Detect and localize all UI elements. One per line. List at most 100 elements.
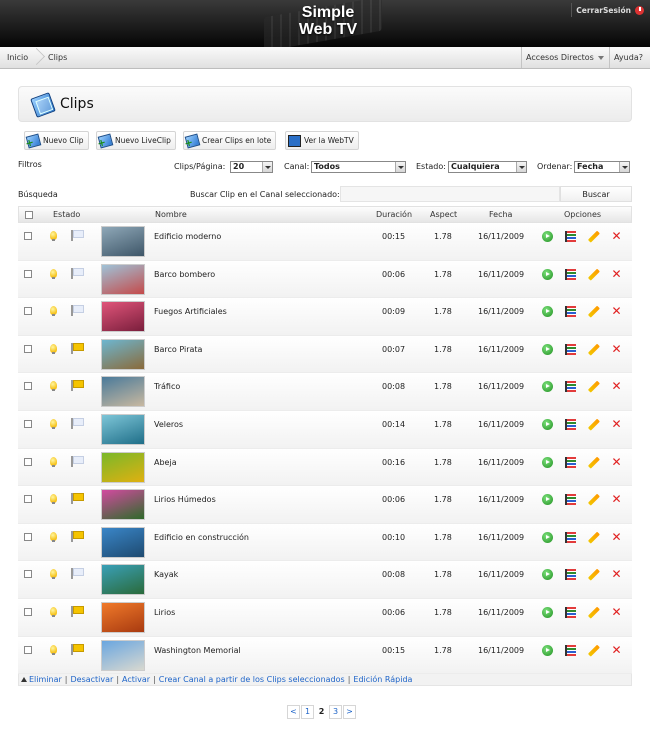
page-3-link[interactable]: 3 <box>329 705 342 719</box>
status-select[interactable]: Cualquiera <box>448 161 527 173</box>
col-date[interactable]: Fecha <box>489 207 512 223</box>
table-row[interactable]: Washington Memorial 00:15 1.78 16/11/2009 ✕ <box>18 636 632 675</box>
clip-thumbnail[interactable] <box>101 526 145 558</box>
row-checkbox[interactable] <box>24 232 32 240</box>
table-row[interactable]: Barco bombero 00:06 1.78 16/11/2009 ✕ <box>18 260 632 299</box>
delete-x-icon[interactable]: ✕ <box>611 230 622 242</box>
order-select[interactable]: Fecha <box>574 161 630 173</box>
clip-thumbnail[interactable] <box>101 376 145 408</box>
lightbulb-icon[interactable] <box>50 418 57 429</box>
shortcuts-menu[interactable]: Accesos Directos <box>521 47 608 68</box>
breadcrumb-clips[interactable]: Clips <box>48 47 67 68</box>
batch-create-button[interactable]: Crear Clips en lote <box>183 131 277 150</box>
create-channel-link[interactable]: Crear Canal a partir de los Clips selecc… <box>159 675 345 684</box>
lightbulb-icon[interactable] <box>50 644 57 655</box>
flag-icon[interactable] <box>71 605 84 617</box>
clip-thumbnail[interactable] <box>101 413 145 445</box>
clip-name[interactable]: Abeja <box>154 458 177 467</box>
edit-pencil-icon[interactable] <box>587 381 600 393</box>
play-icon[interactable] <box>542 531 553 543</box>
search-input[interactable] <box>340 186 560 202</box>
play-icon[interactable] <box>542 418 553 430</box>
clip-name[interactable]: Washington Memorial <box>154 646 241 655</box>
channels-icon[interactable] <box>565 343 576 355</box>
table-row[interactable]: Veleros 00:14 1.78 16/11/2009 ✕ <box>18 410 632 449</box>
edit-pencil-icon[interactable] <box>587 493 600 506</box>
channels-icon[interactable] <box>565 418 576 430</box>
lightbulb-icon[interactable] <box>50 569 57 580</box>
row-checkbox[interactable] <box>24 307 32 316</box>
lightbulb-icon[interactable] <box>50 306 57 317</box>
edit-pencil-icon[interactable] <box>587 268 600 280</box>
channels-icon[interactable] <box>565 494 576 506</box>
flag-icon[interactable] <box>71 493 84 505</box>
delete-link[interactable]: Eliminar <box>29 675 62 684</box>
delete-x-icon[interactable]: ✕ <box>611 644 622 656</box>
col-status[interactable]: Estado <box>53 207 80 223</box>
clip-thumbnail[interactable] <box>101 639 145 671</box>
edit-pencil-icon[interactable] <box>587 456 600 468</box>
new-liveclip-button[interactable]: Nuevo LiveClip <box>96 131 176 150</box>
table-row[interactable]: Lirios 00:06 1.78 16/11/2009 ✕ <box>18 598 632 637</box>
clip-name[interactable]: Edificio moderno <box>154 232 221 241</box>
clip-thumbnail[interactable] <box>101 338 145 370</box>
clip-name[interactable]: Lirios <box>154 608 175 617</box>
flag-icon[interactable] <box>71 305 84 317</box>
row-checkbox[interactable] <box>24 457 32 466</box>
clip-name[interactable]: Lirios Húmedos <box>154 495 216 504</box>
play-icon[interactable] <box>542 268 553 280</box>
clip-thumbnail[interactable] <box>101 451 145 483</box>
flag-icon[interactable] <box>71 455 84 467</box>
logout-button[interactable]: CerrarSesión <box>571 3 644 17</box>
simple-web-tv-logo[interactable]: Simple Web TV <box>262 0 392 52</box>
new-clip-button[interactable]: Nuevo Clip <box>24 131 89 150</box>
table-row[interactable]: Tráfico 00:08 1.78 16/11/2009 ✕ <box>18 373 632 411</box>
col-name[interactable]: Nombre <box>155 207 187 223</box>
delete-x-icon[interactable]: ✕ <box>611 418 622 430</box>
select-all-checkbox[interactable] <box>25 211 33 219</box>
clip-name[interactable]: Barco bombero <box>154 270 215 279</box>
view-webtv-button[interactable]: Ver la WebTV <box>285 131 359 150</box>
row-checkbox[interactable] <box>24 645 32 654</box>
col-aspect[interactable]: Aspect <box>430 207 457 223</box>
lightbulb-icon[interactable] <box>50 531 57 542</box>
channels-icon[interactable] <box>565 606 576 618</box>
row-checkbox[interactable] <box>24 532 32 541</box>
lightbulb-icon[interactable] <box>50 231 57 241</box>
edit-pencil-icon[interactable] <box>587 305 600 318</box>
flag-icon[interactable] <box>71 417 84 429</box>
next-page-button[interactable]: > <box>343 705 356 719</box>
col-duration[interactable]: Duración <box>376 207 412 223</box>
channels-icon[interactable] <box>565 231 576 242</box>
play-icon[interactable] <box>542 644 553 656</box>
delete-x-icon[interactable]: ✕ <box>611 456 622 468</box>
table-row[interactable]: Kayak 00:08 1.78 16/11/2009 ✕ <box>18 561 632 599</box>
play-icon[interactable] <box>542 381 553 393</box>
edit-pencil-icon[interactable] <box>587 569 600 581</box>
edit-pencil-icon[interactable] <box>587 606 600 619</box>
play-icon[interactable] <box>542 569 553 581</box>
channels-icon[interactable] <box>565 569 576 581</box>
clip-thumbnail[interactable] <box>101 601 145 633</box>
delete-x-icon[interactable]: ✕ <box>611 305 622 317</box>
table-row[interactable]: Barco Pirata 00:07 1.78 16/11/2009 ✕ <box>18 335 632 374</box>
clip-name[interactable]: Kayak <box>154 570 178 579</box>
channels-icon[interactable] <box>565 381 576 393</box>
edit-pencil-icon[interactable] <box>587 343 600 356</box>
play-icon[interactable] <box>542 606 553 618</box>
play-icon[interactable] <box>542 343 553 355</box>
clip-thumbnail[interactable] <box>101 226 145 257</box>
play-icon[interactable] <box>542 456 553 468</box>
delete-x-icon[interactable]: ✕ <box>611 268 622 280</box>
table-row[interactable]: Edificio moderno 00:15 1.78 16/11/2009 ✕ <box>18 223 632 261</box>
flag-icon[interactable] <box>71 530 84 542</box>
deactivate-link[interactable]: Desactivar <box>70 675 113 684</box>
delete-x-icon[interactable]: ✕ <box>611 380 622 392</box>
clip-name[interactable]: Fuegos Artificiales <box>154 307 227 316</box>
table-row[interactable]: Abeja 00:16 1.78 16/11/2009 ✕ <box>18 448 632 487</box>
row-checkbox[interactable] <box>24 419 32 428</box>
play-icon[interactable] <box>542 231 553 242</box>
channels-icon[interactable] <box>565 644 576 656</box>
clip-name[interactable]: Veleros <box>154 420 183 429</box>
edit-pencil-icon[interactable] <box>587 418 600 431</box>
